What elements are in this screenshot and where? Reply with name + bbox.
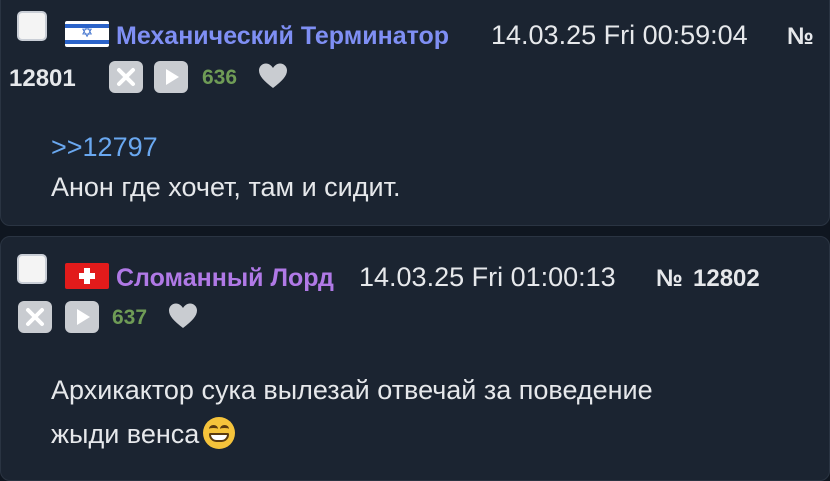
post-text-line-1: Архикактор сука вылезай отвечай за повед…: [51, 375, 653, 405]
israel-flag-icon: ✡: [65, 21, 109, 47]
poster-name[interactable]: Сломанный Лорд: [116, 264, 334, 293]
select-checkbox[interactable]: [17, 254, 47, 284]
post-12802: Сломанный Лорд 14.03.25 Fri 01:00:13 № 1…: [0, 236, 830, 481]
heart-icon[interactable]: [258, 62, 288, 90]
close-icon: [117, 68, 135, 86]
play-button[interactable]: [154, 61, 188, 93]
number-sign: №: [656, 265, 683, 292]
post-number[interactable]: 12801: [9, 65, 76, 93]
hide-post-button[interactable]: [109, 61, 143, 93]
post-text-line-2: жыди венса: [51, 412, 236, 456]
number-sign: №: [787, 23, 814, 50]
post-number[interactable]: 12802: [693, 265, 760, 293]
poster-name[interactable]: Механический Терминатор: [116, 22, 449, 51]
post-text: Анон где хочет, там и сидит.: [51, 172, 401, 202]
grinning-face-emoji-icon: [203, 417, 236, 449]
like-count: 637: [112, 306, 148, 329]
play-button[interactable]: [65, 301, 99, 333]
play-icon: [166, 69, 179, 85]
post-text-line-2-content: жыди венса: [51, 419, 200, 449]
post-12801: ✡ Механический Терминатор 14.03.25 Fri 0…: [0, 0, 830, 226]
post-datetime: 14.03.25 Fri 00:59:04: [491, 20, 748, 50]
switzerland-flag-icon: [65, 263, 109, 289]
post-datetime: 14.03.25 Fri 01:00:13: [359, 262, 616, 292]
heart-icon[interactable]: [168, 302, 198, 330]
select-checkbox[interactable]: [17, 11, 47, 41]
like-count: 636: [202, 66, 238, 89]
close-icon: [26, 308, 44, 326]
play-icon: [77, 309, 90, 325]
hide-post-button[interactable]: [18, 301, 52, 333]
reply-link[interactable]: >>12797: [51, 132, 158, 163]
